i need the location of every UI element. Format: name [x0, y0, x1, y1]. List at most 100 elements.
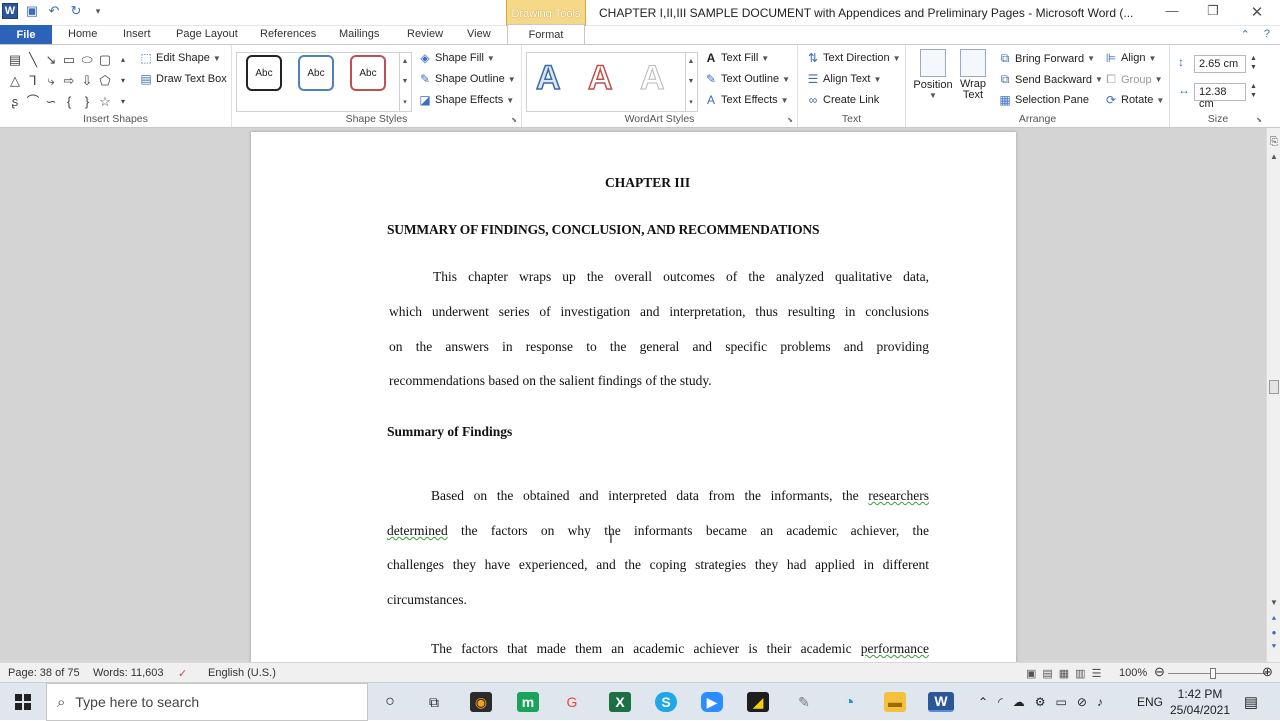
text-effects-button[interactable]: A Text Effects ▼ [704, 93, 789, 107]
proofing-icon[interactable]: ✓ [178, 667, 187, 680]
width-spinner-icon[interactable]: ▲ ▼ [1250, 82, 1257, 100]
create-link-button[interactable]: ∞ Create Link [806, 93, 880, 107]
windows-start-button[interactable] [0, 683, 46, 721]
right-brace-icon[interactable]: } [78, 93, 96, 111]
shape-style-black[interactable]: Abc [246, 55, 282, 91]
down-arrow-shape-icon[interactable]: ⇩ [78, 72, 96, 90]
arrow-line-icon[interactable]: ↘ [42, 51, 60, 69]
redo-icon[interactable]: ↻ [68, 3, 84, 19]
cortana-icon[interactable]: ○ [379, 692, 401, 712]
selection-pane-button[interactable]: ▦ Selection Pane [998, 93, 1089, 107]
tab-home[interactable]: Home [68, 26, 97, 44]
wordart-gray[interactable]: A [640, 59, 666, 98]
input-language[interactable]: ENG [1137, 683, 1163, 721]
next-page-icon[interactable]: ⯆ [1267, 642, 1280, 652]
sticky-notes-icon[interactable]: ◢ [747, 692, 769, 712]
tab-view[interactable]: View [467, 26, 491, 44]
triangle-shape-icon[interactable]: △ [6, 72, 24, 90]
gallery-more-icon[interactable]: ▾ [114, 93, 132, 111]
network-icon[interactable]: ⊘ [1077, 695, 1087, 709]
dialog-launcher-icon[interactable]: ⬊ [787, 116, 793, 124]
position-button[interactable]: Position ▼ [912, 49, 954, 100]
browse-object-icon[interactable]: ● [1267, 628, 1280, 637]
cloud-icon[interactable]: ☁ [1013, 695, 1025, 709]
wordart-red[interactable]: A [587, 58, 613, 98]
grammar-flagged-word[interactable]: researchers [868, 488, 929, 503]
elbow-arrow-icon[interactable]: ⤷ [42, 72, 60, 90]
gallery-down-icon[interactable]: ▾ [114, 72, 132, 90]
arc-shape-icon[interactable]: ⌒ [24, 93, 42, 111]
tab-page-layout[interactable]: Page Layout [176, 26, 238, 44]
scroll-thumb[interactable] [1269, 380, 1279, 394]
freeform-shape-icon[interactable]: ʂ [6, 93, 24, 111]
oval-shape-icon[interactable]: ⬭ [78, 51, 96, 69]
text-direction-button[interactable]: ⇅ Text Direction ▼ [806, 51, 901, 65]
zoom-slider[interactable] [1168, 673, 1268, 674]
tab-format[interactable]: Format [507, 24, 585, 44]
shapes-gallery[interactable]: ▤ ╲ ↘ ▭ ⬭ ▢ ▴ △ ⅂ ⤷ ⇨ ⇩ ⬠ ▾ ʂ ⌒ ∽ { } ☆ … [6, 51, 132, 111]
word-taskbar-icon[interactable]: W [928, 692, 954, 712]
clock[interactable]: 1:42 PM 25/04/2021 [1168, 686, 1232, 718]
task-view-icon[interactable]: ⧉ [423, 692, 445, 712]
dialog-launcher-icon[interactable]: ⬊ [511, 116, 517, 124]
draw-text-box-button[interactable]: ▤ Draw Text Box [139, 72, 226, 86]
scroll-down-icon[interactable]: ▼ [1267, 598, 1280, 607]
zoom-level[interactable]: 100% [1119, 667, 1147, 679]
vertical-scrollbar[interactable]: ⎘ ▲ ▼ ⯅ ● ⯆ [1266, 128, 1280, 662]
restore-icon[interactable]: ❐ [1201, 3, 1225, 23]
rectangle-shape-icon[interactable]: ▭ [60, 51, 78, 69]
ruler-toggle-icon[interactable]: ⎘ [1267, 136, 1280, 149]
minimize-icon[interactable]: — [1160, 3, 1184, 23]
notification-icon[interactable]: ▤ [1240, 692, 1262, 712]
zoom-slider-thumb[interactable] [1210, 668, 1216, 679]
pentagon-shape-icon[interactable]: ⬠ [96, 72, 114, 90]
undo-icon[interactable]: ↶ [46, 3, 62, 19]
bring-forward-button[interactable]: ⧉ Bring Forward ▼ [998, 51, 1095, 66]
edge-browser-icon[interactable]: ◔ [838, 692, 860, 712]
shape-styles-scroll[interactable]: ▲ ▼ ▾ [399, 52, 410, 112]
media-app-icon[interactable]: ◉ [470, 692, 492, 712]
line-shape-icon[interactable]: ╲ [24, 51, 42, 69]
scroll-up-icon[interactable]: ▲ [1267, 152, 1280, 161]
shape-width-input[interactable]: 12.38 cm [1194, 83, 1246, 110]
zoom-out-icon[interactable]: ⊖ [1154, 664, 1165, 680]
dialog-launcher-icon[interactable]: ⬊ [1256, 116, 1262, 124]
wordart-scroll[interactable]: ▲ ▼ ▾ [685, 52, 696, 112]
shape-height-input[interactable]: 2.65 cm [1194, 55, 1246, 73]
rounded-rect-icon[interactable]: ▢ [96, 51, 114, 69]
file-explorer-icon[interactable]: ▬ [884, 692, 906, 712]
edit-shape-button[interactable]: ⬚ Edit Shape ▼ [139, 51, 220, 65]
grammar-flagged-word[interactable]: performance [861, 641, 929, 656]
curve-shape-icon[interactable]: ∽ [42, 93, 60, 111]
tab-review[interactable]: Review [407, 26, 443, 44]
elbow-connector-icon[interactable]: ⅂ [24, 72, 42, 90]
volume-icon[interactable]: ♪ [1097, 695, 1103, 709]
gallery-up-icon[interactable]: ▴ [114, 51, 132, 69]
minimize-ribbon-icon[interactable]: ⌃ [1241, 28, 1250, 41]
word-app-icon[interactable]: W [2, 3, 18, 19]
text-fill-button[interactable]: A Text Fill ▼ [704, 51, 770, 65]
show-hidden-icons-icon[interactable]: ⌃ [978, 695, 988, 709]
rotate-button[interactable]: ⟳ Rotate ▼ [1104, 93, 1164, 107]
align-button[interactable]: ⊫ Align ▼ [1104, 51, 1157, 65]
taskbar-search-box[interactable]: ⌕ Type here to search [46, 683, 368, 721]
skype-icon[interactable]: S [655, 692, 677, 712]
shape-outline-button[interactable]: ✎ Shape Outline ▼ [418, 72, 516, 86]
zoom-in-icon[interactable]: ⊕ [1262, 664, 1273, 680]
align-text-button[interactable]: ☰ Align Text ▼ [806, 72, 882, 86]
zoom-app-icon[interactable]: ▶ [701, 692, 723, 712]
shape-style-blue[interactable]: Abc [298, 55, 334, 91]
star-shape-icon[interactable]: ☆ [96, 93, 114, 111]
shape-style-red[interactable]: Abc [350, 55, 386, 91]
page-count[interactable]: Page: 38 of 75 [8, 667, 80, 679]
shape-fill-button[interactable]: ◈ Shape Fill ▼ [418, 51, 494, 65]
battery-icon[interactable]: ▭ [1055, 695, 1066, 709]
spreadsheet-app-icon[interactable]: m [517, 692, 539, 712]
view-buttons[interactable]: ▣▤▦▥☰ [1026, 667, 1107, 680]
previous-page-icon[interactable]: ⯅ [1267, 614, 1280, 624]
send-backward-button[interactable]: ⧉ Send Backward ▼ [998, 72, 1103, 87]
tab-insert[interactable]: Insert [123, 26, 151, 44]
tab-mailings[interactable]: Mailings [339, 26, 379, 44]
customize-qat-icon[interactable]: ▾ [90, 3, 106, 19]
document-page[interactable]: CHAPTER III SUMMARY OF FINDINGS, CONCLUS… [251, 132, 1016, 662]
